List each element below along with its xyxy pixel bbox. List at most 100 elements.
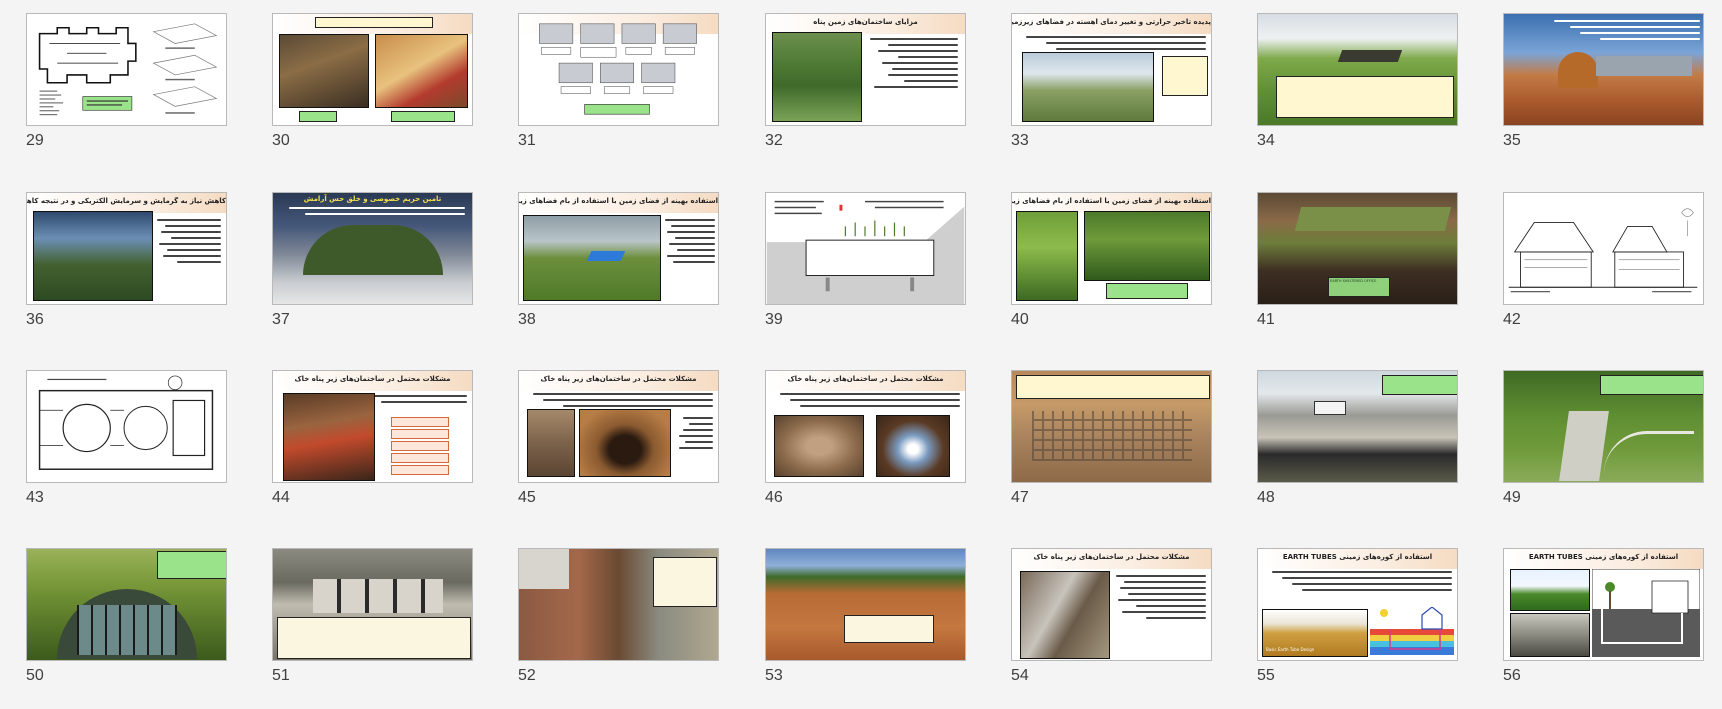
earth-tube-section: [1592, 569, 1700, 657]
slide-thumbnail-56[interactable]: استفاده از کوره‌های زمینی EARTH TUBES: [1503, 548, 1704, 661]
slide-number: 33: [1011, 132, 1029, 149]
slide-number: 53: [765, 667, 783, 684]
section-drawing: [1504, 193, 1703, 304]
slide-thumbnail-43[interactable]: [26, 370, 227, 483]
slide-title: پدیده تاخیر حرارتی و تغییر دمای آهسته در…: [1012, 18, 1211, 26]
slide-number: 30: [272, 132, 290, 149]
text-box: [1016, 375, 1210, 399]
slide-thumbnail-38[interactable]: استفاده بهینه از فضای زمین با استفاده از…: [518, 192, 719, 305]
slide-number: 47: [1011, 489, 1029, 506]
slide-number: 55: [1257, 667, 1275, 684]
slide-thumbnail-48[interactable]: [1257, 370, 1458, 483]
slide-number: 50: [26, 667, 44, 684]
slide-number: 54: [1011, 667, 1029, 684]
diagram-grid: [539, 23, 697, 115]
slide-thumbnail-39[interactable]: [765, 192, 966, 305]
photo: [1510, 613, 1590, 657]
slide-number: 56: [1503, 667, 1521, 684]
slide-thumbnail-29[interactable]: [26, 13, 227, 126]
caption-box: [391, 111, 455, 122]
slide-number: 48: [1257, 489, 1275, 506]
photo: [375, 34, 468, 108]
slide-number: 38: [518, 311, 536, 328]
slide-thumbnail-31[interactable]: [518, 13, 719, 126]
slide-title: مشکلات محتمل در ساختمان‌های زیر پناه خاک: [294, 375, 451, 383]
slide-number: 34: [1257, 132, 1275, 149]
slide-number: 44: [272, 489, 290, 506]
slide-number: 40: [1011, 311, 1029, 328]
section-drawing: [766, 193, 965, 304]
caption-box: [1106, 283, 1188, 299]
photo: [283, 393, 375, 481]
slide-thumbnail-45[interactable]: مشکلات محتمل در ساختمان‌های زیر پناه خاک: [518, 370, 719, 483]
slide-number: 39: [765, 311, 783, 328]
slide-thumbnail-50[interactable]: [26, 548, 227, 661]
slide-number: 41: [1257, 311, 1275, 328]
diagram-caption: Basic Earth Tube Design: [1266, 647, 1315, 652]
photo: [1084, 211, 1210, 281]
floor-plan-drawing: [27, 371, 226, 482]
slide-number: 37: [272, 311, 290, 328]
slide-thumbnail-40[interactable]: استفاده بهینه از فضای زمین با استفاده از…: [1011, 192, 1212, 305]
caption-box: [157, 551, 226, 579]
slide-thumbnail-34[interactable]: [1257, 13, 1458, 126]
slide-number: 31: [518, 132, 536, 149]
slide-thumbnail-30[interactable]: [272, 13, 473, 126]
slide-number: 36: [26, 311, 44, 328]
photo: [766, 549, 965, 660]
slide-thumbnail-55[interactable]: استفاده از کوره‌های زمینی EARTH TUBES Ba…: [1257, 548, 1458, 661]
slide-title: تامین حریم خصوصی و خلق حس آرامش: [303, 195, 442, 203]
slide-thumbnail-47[interactable]: [1011, 370, 1212, 483]
photo: [1020, 571, 1110, 659]
slide-thumbnail-52[interactable]: [518, 548, 719, 661]
caption-text: EARTH SHELTERED OFFICE: [1330, 279, 1377, 283]
photo: [1022, 52, 1154, 122]
slide-number: 52: [518, 667, 536, 684]
text-box: [844, 615, 934, 643]
photo: [33, 211, 153, 301]
photo: [1016, 211, 1078, 301]
diagram: [1510, 569, 1590, 611]
slide-thumbnail-41[interactable]: EARTH SHELTERED OFFICE: [1257, 192, 1458, 305]
slide-title: استفاده از کوره‌های زمینی EARTH TUBES: [1528, 553, 1679, 561]
slide-title: مزایای ساختمان‌های زمین پناه: [813, 18, 918, 26]
text-box: [653, 557, 717, 607]
earth-tube-diagram: [1370, 607, 1454, 655]
photo: [876, 415, 950, 477]
slide-sorter-grid: 29 30 31 مزایای ساختمان‌های زمین پناه: [0, 0, 1722, 709]
slide-thumbnail-46[interactable]: مشکلات محتمل در ساختمان‌های زیر پناه خاک: [765, 370, 966, 483]
slide-thumbnail-32[interactable]: مزایای ساختمان‌های زمین پناه: [765, 13, 966, 126]
slide-thumbnail-53[interactable]: [765, 548, 966, 661]
slide-thumbnail-54[interactable]: مشکلات محتمل در ساختمان‌های زیر پناه خاک: [1011, 548, 1212, 661]
slide-title: استفاده از کوره‌های زمینی EARTH TUBES: [1282, 553, 1433, 561]
caption-box: [299, 111, 337, 122]
slide-thumbnail-49[interactable]: [1503, 370, 1704, 483]
slide-number: 42: [1503, 311, 1521, 328]
slide-title: مشکلات محتمل در ساختمان‌های زیر پناه خاک: [787, 375, 944, 383]
slide-number: 46: [765, 489, 783, 506]
slide-thumbnail-33[interactable]: پدیده تاخیر حرارتی و تغییر دمای آهسته در…: [1011, 13, 1212, 126]
list-box: [391, 441, 449, 451]
slide-number: 45: [518, 489, 536, 506]
photo: [579, 409, 671, 477]
slide-title: استفاده بهینه از فضای زمین با استفاده از…: [519, 197, 718, 205]
photo: [772, 32, 862, 122]
slide-thumbnail-42[interactable]: [1503, 192, 1704, 305]
floor-plan-drawing: [27, 14, 226, 125]
slide-number: 32: [765, 132, 783, 149]
title-box: [315, 17, 433, 28]
caption-box: [1382, 375, 1457, 395]
slide-number: 35: [1503, 132, 1521, 149]
slide-thumbnail-36[interactable]: کاهش نیاز به گرمایش و سرمایش الکتریکی و …: [26, 192, 227, 305]
slide-title: کاهش نیاز به گرمایش و سرمایش الکتریکی و …: [27, 197, 226, 205]
text-box: [1276, 76, 1454, 118]
slide-number: 43: [26, 489, 44, 506]
slide-thumbnail-44[interactable]: مشکلات محتمل در ساختمان‌های زیر پناه خاک: [272, 370, 473, 483]
photo: [527, 409, 575, 477]
slide-thumbnail-37[interactable]: تامین حریم خصوصی و خلق حس آرامش: [272, 192, 473, 305]
caption-box: [1600, 375, 1703, 395]
slide-thumbnail-35[interactable]: [1503, 13, 1704, 126]
slide-title: مشکلات محتمل در ساختمان‌های زیر پناه خاک: [540, 375, 697, 383]
slide-thumbnail-51[interactable]: [272, 548, 473, 661]
slide-title: مشکلات محتمل در ساختمان‌های زیر پناه خاک: [1033, 553, 1190, 561]
